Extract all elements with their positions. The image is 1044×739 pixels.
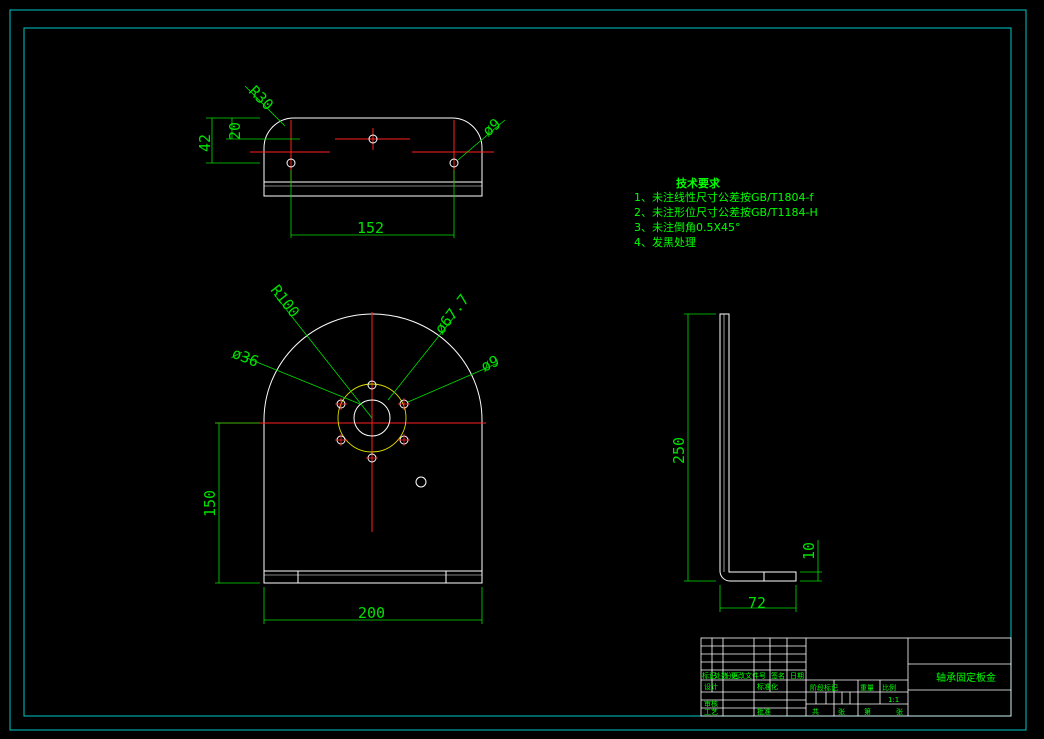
tech-requirements-title: 技术要求	[676, 176, 721, 190]
tb-date: 日期	[790, 672, 804, 680]
tb-change-doc: 更改文件号	[731, 671, 766, 680]
top-dim-width: 152	[357, 219, 384, 237]
tb-ratio: 比例	[882, 683, 896, 692]
front-dim-height: 150	[201, 490, 219, 517]
tb-signature: 签名	[771, 671, 785, 680]
side-dim-height: 250	[670, 437, 688, 464]
tb-weight: 重量	[860, 684, 874, 692]
tb-sheet-2: 张	[896, 707, 903, 716]
canvas-background	[0, 0, 1044, 739]
tb-design: 设计	[704, 682, 718, 691]
tb-process: 工艺	[704, 708, 718, 716]
top-dim-height-total: 42	[196, 134, 214, 152]
part-name: 轴承固定板金	[936, 671, 996, 684]
tb-standardize: 标准化	[757, 682, 778, 691]
tb-sheet: 张	[838, 707, 845, 716]
side-dim-leg: 72	[748, 594, 766, 612]
side-dim-thickness: 10	[800, 542, 818, 560]
tb-total: 共	[812, 707, 819, 716]
tb-page: 第	[864, 707, 871, 716]
tech-requirement-item: 4、发黑处理	[634, 235, 696, 249]
tech-requirement-item: 2、未注形位尺寸公差按GB/T1184-H	[634, 205, 818, 219]
tech-requirement-item: 3、未注倒角0.5X45°	[634, 220, 741, 234]
tb-scale: 1:1	[888, 696, 899, 704]
tb-approve: 批准	[757, 707, 771, 716]
tech-requirement-item: 1、未注线性尺寸公差按GB/T1804-f	[634, 190, 814, 204]
front-dim-width: 200	[358, 604, 385, 622]
tb-review: 审核	[704, 699, 718, 708]
tb-stage-mark: 阶段标记	[810, 683, 838, 692]
cad-drawing: R30 20 42 ø9 152 R100 ø36 ø67.7 ø9 150 2…	[0, 0, 1044, 739]
top-dim-height-small: 20	[226, 122, 244, 140]
